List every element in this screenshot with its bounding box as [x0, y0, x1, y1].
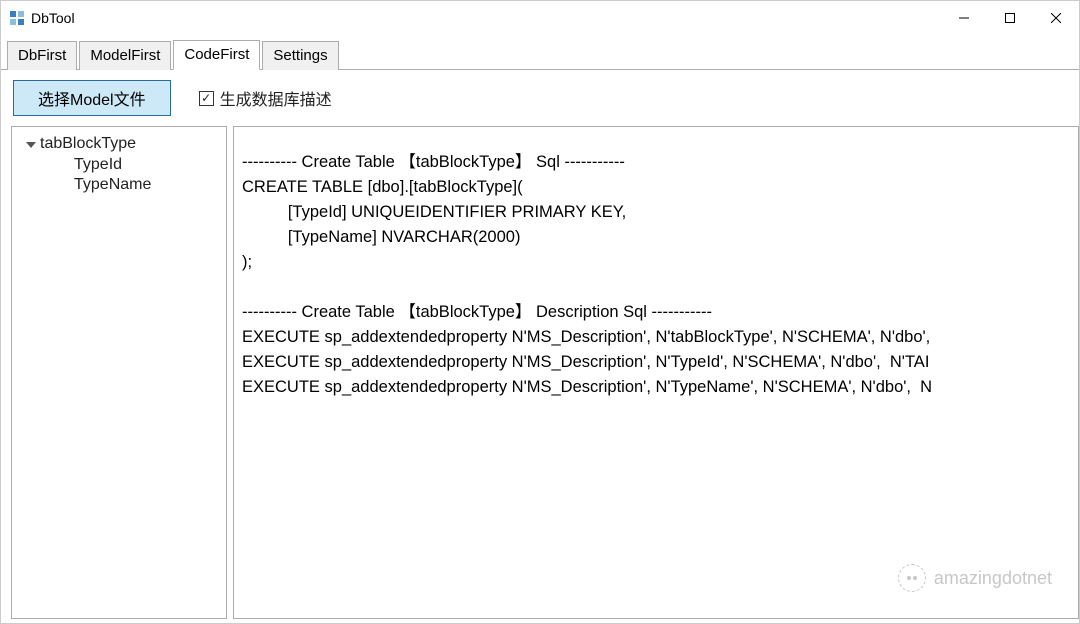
tree-node-label: TypeId — [74, 156, 122, 174]
sql-output-panel[interactable]: ---------- Create Table 【tabBlockType】 S… — [233, 126, 1079, 619]
toolbar: 选择Model文件 生成数据库描述 — [1, 70, 1079, 126]
maximize-button[interactable] — [987, 1, 1033, 35]
tab-modelfirst[interactable]: ModelFirst — [79, 41, 171, 70]
app-window: DbTool DbFirst ModelFirst CodeFirst Sett… — [0, 0, 1080, 624]
tree-node-label: tabBlockType — [40, 135, 136, 153]
title-bar: DbTool — [1, 1, 1079, 35]
tree-node-child[interactable]: TypeId — [74, 155, 214, 175]
close-button[interactable] — [1033, 1, 1079, 35]
tree-node-label: TypeName — [74, 176, 151, 194]
generate-description-checkbox[interactable]: 生成数据库描述 — [199, 86, 332, 110]
tree-node-root[interactable]: tabBlockType — [26, 133, 220, 155]
tab-strip: DbFirst ModelFirst CodeFirst Settings — [1, 35, 1079, 70]
watermark-text: amazingdotnet — [934, 568, 1052, 589]
model-tree-panel[interactable]: tabBlockType TypeId TypeName — [11, 126, 227, 619]
tab-dbfirst[interactable]: DbFirst — [7, 41, 77, 70]
tab-settings[interactable]: Settings — [262, 41, 338, 70]
checkbox-icon — [199, 91, 214, 106]
select-model-button[interactable]: 选择Model文件 — [13, 80, 171, 116]
sql-output-text: ---------- Create Table 【tabBlockType】 S… — [234, 144, 1078, 406]
app-icon — [9, 10, 25, 26]
tab-codefirst[interactable]: CodeFirst — [173, 40, 260, 70]
minimize-button[interactable] — [941, 1, 987, 35]
watermark-icon — [898, 564, 926, 592]
window-controls — [941, 1, 1079, 35]
tree-node-child[interactable]: TypeName — [74, 175, 214, 195]
content-area: tabBlockType TypeId TypeName ---------- … — [1, 126, 1079, 623]
watermark: amazingdotnet — [898, 564, 1052, 592]
checkbox-label: 生成数据库描述 — [220, 86, 332, 110]
window-title: DbTool — [31, 10, 75, 26]
expander-icon[interactable] — [26, 142, 36, 148]
